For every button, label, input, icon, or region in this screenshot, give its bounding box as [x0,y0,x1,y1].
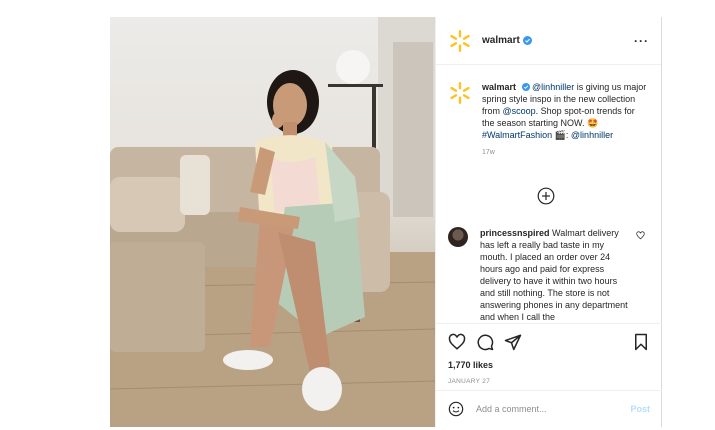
plus-circle-icon[interactable] [537,187,555,205]
caption-username[interactable]: walmart [482,82,516,92]
comment-text: princessnspired Walmart delivery has lef… [480,227,628,323]
bookmark-icon[interactable] [632,333,650,351]
instagram-post: walmart ··· walmart @linhniller is givin… [110,17,662,427]
commenter-avatar[interactable] [448,227,468,247]
walmart-spark-icon[interactable] [448,29,472,53]
action-icons [448,332,650,352]
add-comment-bar: Post [436,390,662,427]
comment-body: Walmart delivery has left a really bad t… [480,228,628,322]
post-comment-button[interactable]: Post [630,404,650,414]
mention-link[interactable]: @linhniller [571,130,613,140]
header-username[interactable]: walmart [482,35,520,46]
mention-link[interactable]: @linhniller [532,82,574,92]
caption: walmart @linhniller is giving us major s… [436,65,661,141]
post-photo[interactable] [110,17,435,427]
comment-item: princessnspired Walmart delivery has lef… [448,227,648,323]
verified-badge-icon [521,83,530,91]
comment-like-heart-icon[interactable] [636,231,645,240]
verified-badge-icon [522,36,532,45]
walmart-spark-icon[interactable] [448,81,472,105]
caption-age: 17w [482,149,495,156]
post-date[interactable]: JANUARY 27 [448,378,650,385]
commenter-username[interactable]: princessnspired [480,228,550,238]
more-options-button[interactable]: ··· [634,34,649,48]
post-photo-illustration [110,17,435,427]
post-actions: 1,770 likes JANUARY 27 [436,323,662,385]
post-header: walmart ··· [436,17,661,65]
heart-icon[interactable] [448,333,466,351]
comment-input[interactable] [474,403,618,415]
paper-plane-icon[interactable] [504,333,522,351]
caption-text: walmart @linhniller is giving us major s… [482,81,649,141]
hashtag-link[interactable]: #WalmartFashion [482,130,552,140]
comment-icon[interactable] [476,333,494,351]
mention-link[interactable]: @scoop [503,106,536,116]
like-count[interactable]: 1,770 likes [448,360,650,370]
caption-segment: 🎬: [552,130,571,140]
post-details-panel: walmart ··· walmart @linhniller is givin… [435,17,662,427]
emoji-icon[interactable] [448,401,464,417]
